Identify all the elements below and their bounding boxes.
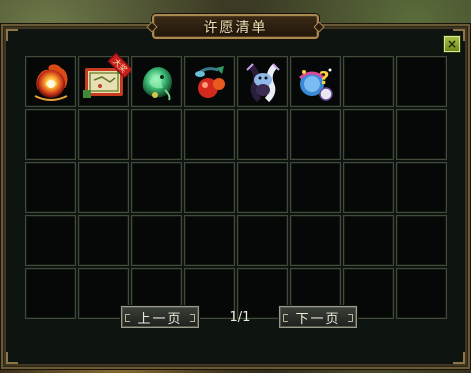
mystery-gift-icon: ? [298,68,333,101]
empty-item-slot[interactable] [290,162,341,213]
spirit-fruit-icon [194,65,225,98]
empty-item-slot[interactable] [78,162,129,213]
empty-item-slot[interactable] [184,109,235,160]
jade-dragon-icon [142,66,172,100]
twin-fish-mount-icon [245,62,280,102]
item-slot[interactable]: ? [290,56,341,107]
item-slot-grid: 大奖 ? [25,52,447,319]
close-button[interactable]: × [444,36,460,52]
empty-item-slot[interactable] [184,162,235,213]
empty-item-slot[interactable] [78,109,129,160]
fire-orb-icon [34,63,68,101]
empty-item-slot[interactable] [131,215,182,266]
empty-item-slot[interactable] [25,109,76,160]
empty-item-slot[interactable] [396,268,447,319]
item-slot[interactable] [237,56,288,107]
empty-item-slot[interactable] [396,56,447,107]
empty-item-slot[interactable] [396,162,447,213]
empty-item-slot[interactable] [343,56,394,107]
empty-item-slot[interactable] [25,215,76,266]
empty-item-slot[interactable] [237,215,288,266]
empty-item-slot[interactable] [25,268,76,319]
empty-item-slot[interactable] [396,109,447,160]
frame-corner-ornament [6,29,18,41]
next-page-button[interactable]: 下一页 [279,306,357,328]
empty-item-slot[interactable] [343,215,394,266]
item-slot[interactable] [131,56,182,107]
empty-item-slot[interactable] [343,162,394,213]
empty-item-slot[interactable] [237,109,288,160]
empty-item-slot[interactable] [78,215,129,266]
frame-corner-ornament [6,352,18,364]
empty-item-slot[interactable] [290,109,341,160]
item-slot[interactable] [184,56,235,107]
empty-item-slot[interactable] [343,109,394,160]
empty-item-slot[interactable] [396,215,447,266]
svg-text:?: ? [319,68,329,89]
page-indicator: 1/1 [229,309,251,325]
item-slot[interactable] [25,56,76,107]
empty-item-slot[interactable] [131,162,182,213]
empty-item-slot[interactable] [237,162,288,213]
prev-page-button[interactable]: 上一页 [121,306,199,328]
empty-item-slot[interactable] [184,215,235,266]
item-slot[interactable]: 大奖 [78,52,133,107]
empty-item-slot[interactable] [290,215,341,266]
empty-item-slot[interactable] [131,109,182,160]
frame-corner-ornament [453,352,465,364]
window-title: 许愿清单 [203,19,268,36]
window-title-plate: 许愿清单 [152,14,319,39]
empty-item-slot[interactable] [25,162,76,213]
